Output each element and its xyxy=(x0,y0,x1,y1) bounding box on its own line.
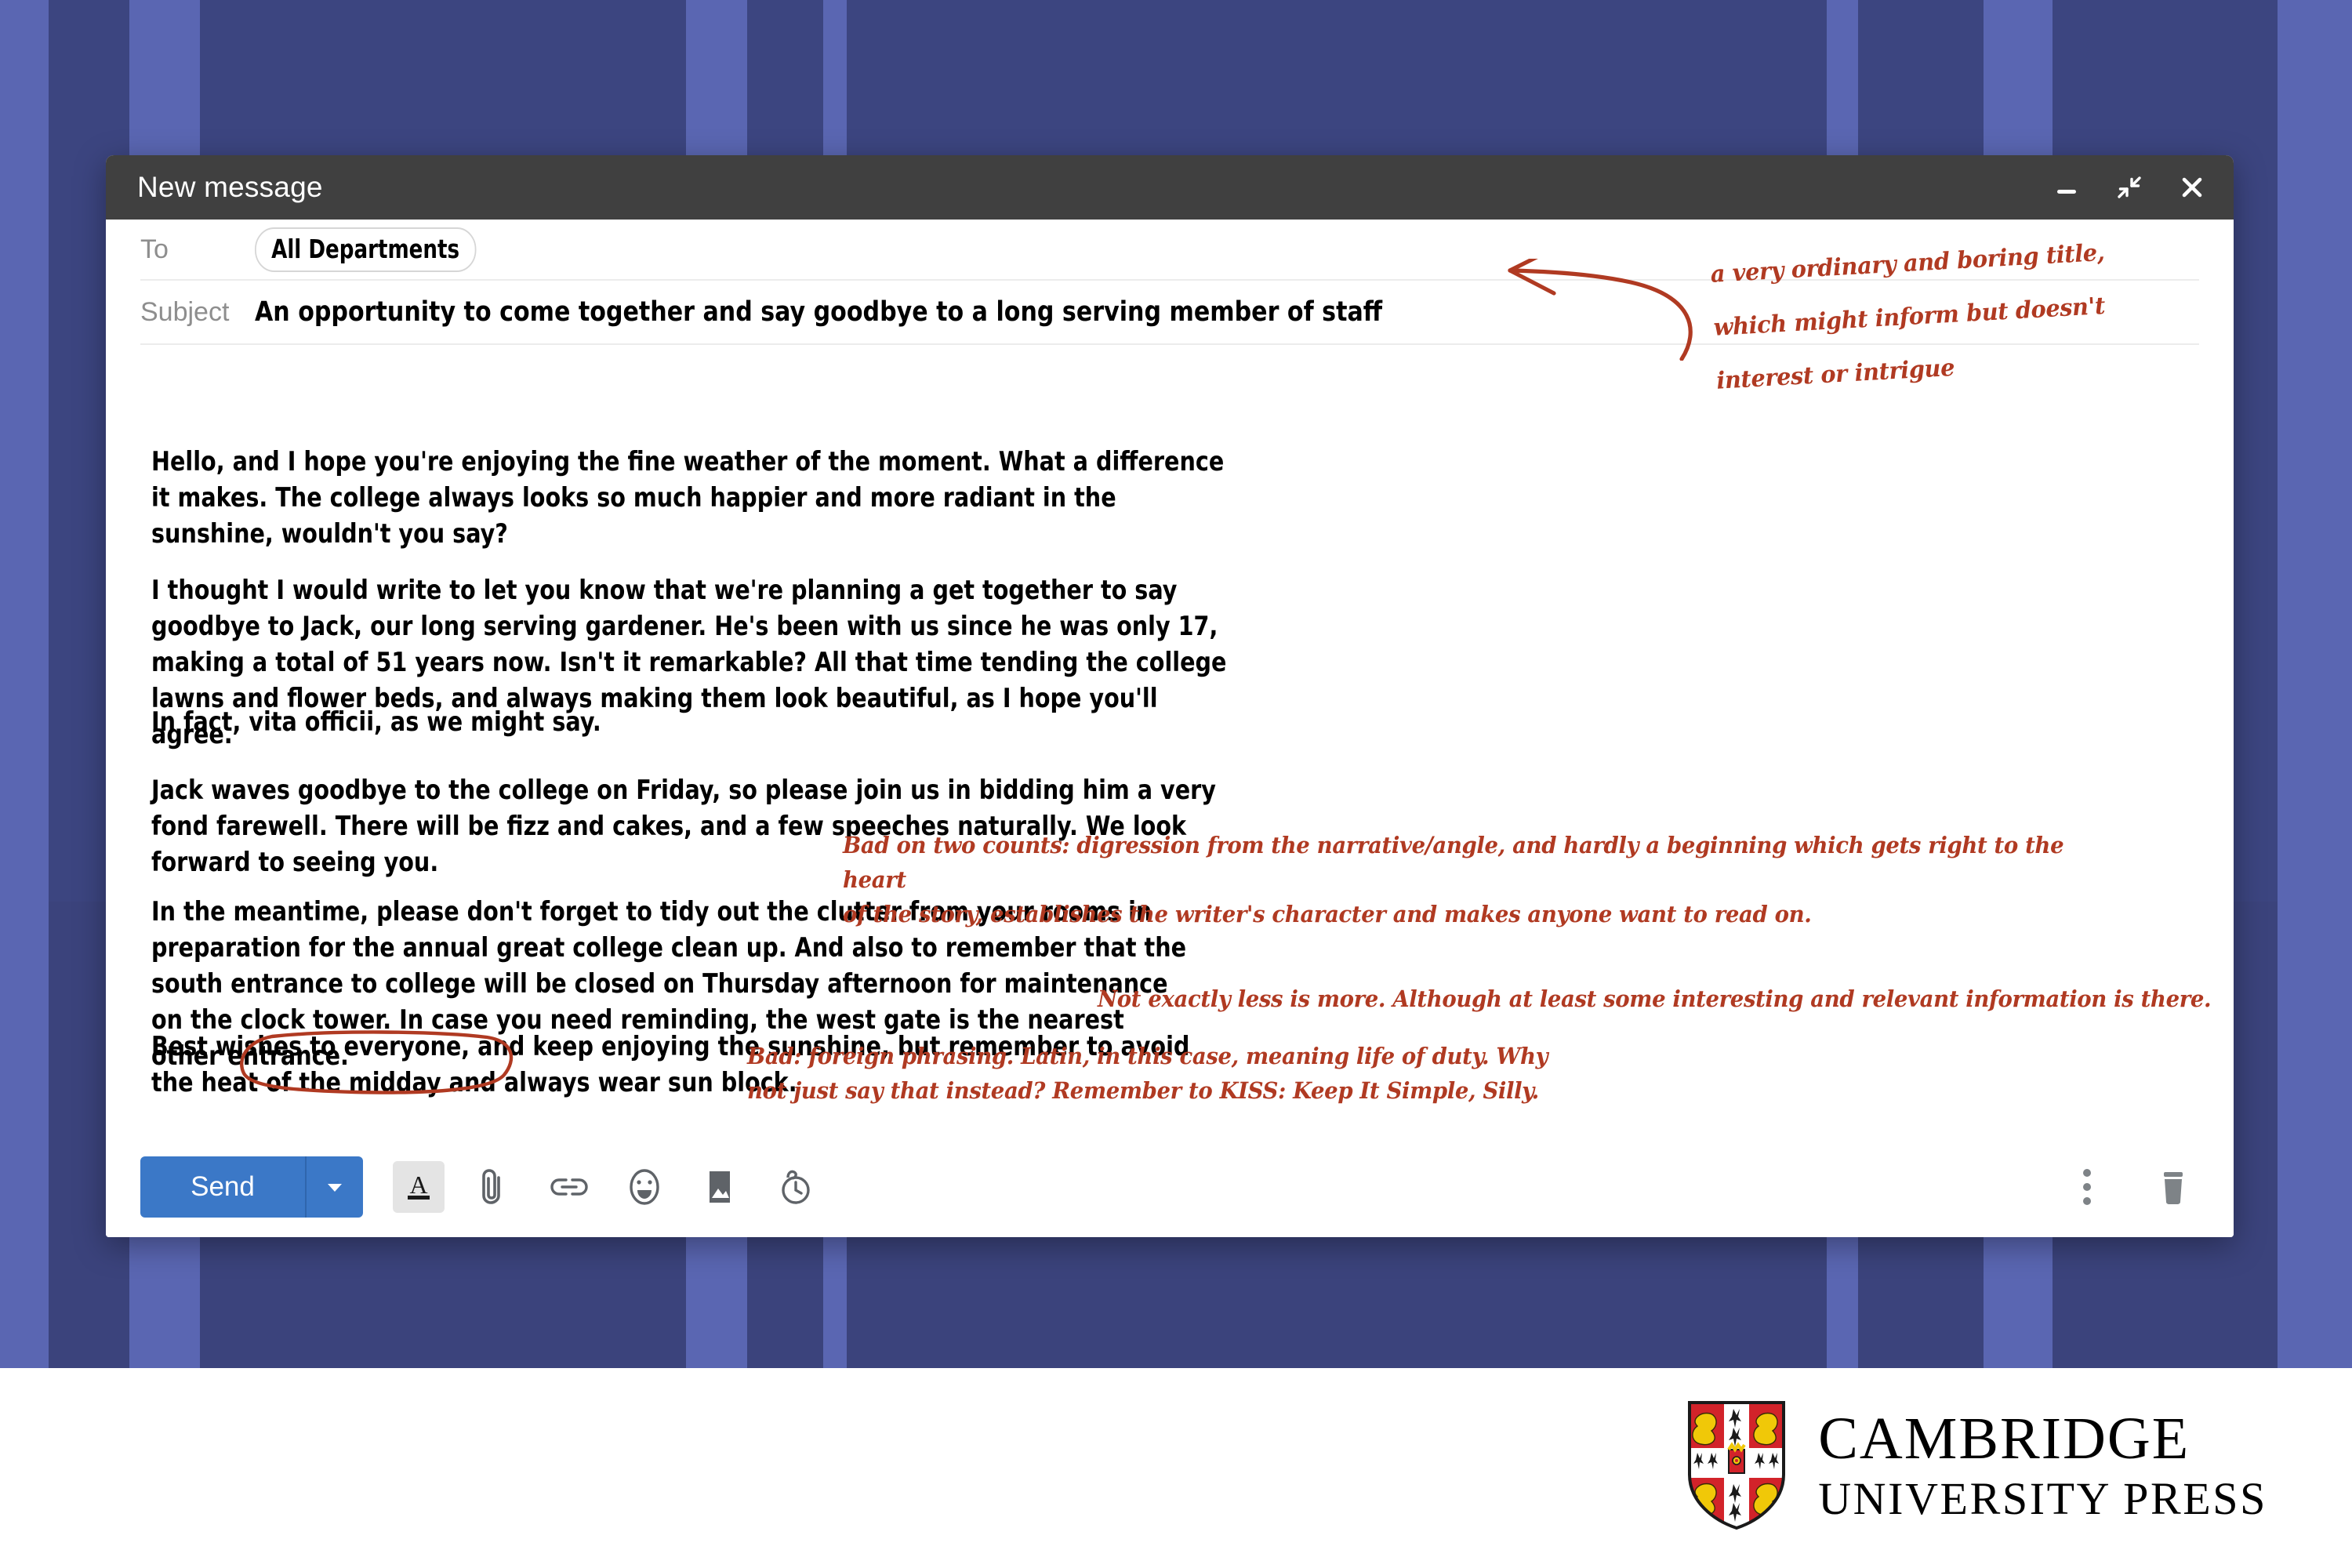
discard-draft-icon[interactable] xyxy=(2147,1161,2199,1213)
window-title: New message xyxy=(137,171,323,203)
logo-line-university-press: UNIVERSITY PRESS xyxy=(1818,1473,2267,1524)
minimize-button[interactable] xyxy=(2052,172,2082,202)
schedule-send-icon[interactable] xyxy=(769,1161,821,1213)
logo-line-cambridge: CAMBRIDGE xyxy=(1818,1406,2190,1472)
footer-bar: CAMBRIDGE UNIVERSITY PRESS xyxy=(0,1368,2352,1568)
cambridge-university-press-logo: CAMBRIDGE UNIVERSITY PRESS xyxy=(1686,1399,2267,1531)
send-button-label[interactable]: Send xyxy=(140,1156,307,1218)
subject-label: Subject xyxy=(140,296,230,327)
insert-emoji-icon[interactable] xyxy=(619,1161,670,1213)
insert-link-icon[interactable] xyxy=(543,1161,595,1213)
to-label: To xyxy=(140,234,169,264)
annotation-paragraph-2: Not exactly less is more. Although at le… xyxy=(1098,985,2212,1012)
background-stripe xyxy=(2278,902,2352,1368)
annotation-paragraph-3: Bad: foreign phrasing. Latin, in this ca… xyxy=(747,1043,1548,1104)
svg-text:A: A xyxy=(409,1171,427,1199)
message-body[interactable]: Hello, and I hope you're enjoying the fi… xyxy=(106,345,2234,1230)
annotation-subject-title: a very ordinary and boring title, which … xyxy=(1709,238,2106,395)
compose-toolbar: Send A xyxy=(106,1137,2234,1237)
body-paragraph-1: Hello, and I hope you're enjoying the fi… xyxy=(151,446,1225,549)
insert-photo-icon[interactable] xyxy=(694,1161,746,1213)
cambridge-shield-icon xyxy=(1688,1401,1786,1530)
close-button[interactable] xyxy=(2177,172,2207,202)
body-paragraph-3: In fact, vita officii, as we might say. xyxy=(151,706,601,737)
background-stripe xyxy=(0,902,49,1368)
subject-input[interactable]: An opportunity to come together and say … xyxy=(255,296,1382,328)
logo-wordmark: CAMBRIDGE UNIVERSITY PRESS xyxy=(1818,1409,2267,1522)
send-options-caret[interactable] xyxy=(307,1156,363,1218)
annotation-paragraph-1: Bad on two counts: digression from the n… xyxy=(843,832,2064,927)
window-controls xyxy=(2052,172,2207,202)
attach-file-icon[interactable] xyxy=(468,1161,520,1213)
compose-titlebar: New message xyxy=(106,155,2234,220)
exit-full-screen-button[interactable] xyxy=(2114,172,2144,202)
formatting-options-icon[interactable]: A xyxy=(393,1161,445,1213)
toolbar-right-actions xyxy=(2061,1161,2199,1213)
more-options-icon[interactable] xyxy=(2061,1161,2113,1213)
send-button[interactable]: Send xyxy=(140,1156,363,1218)
recipient-chip-all-departments[interactable]: All Departments xyxy=(255,227,477,272)
formatting-toolbar: A xyxy=(393,1161,821,1213)
